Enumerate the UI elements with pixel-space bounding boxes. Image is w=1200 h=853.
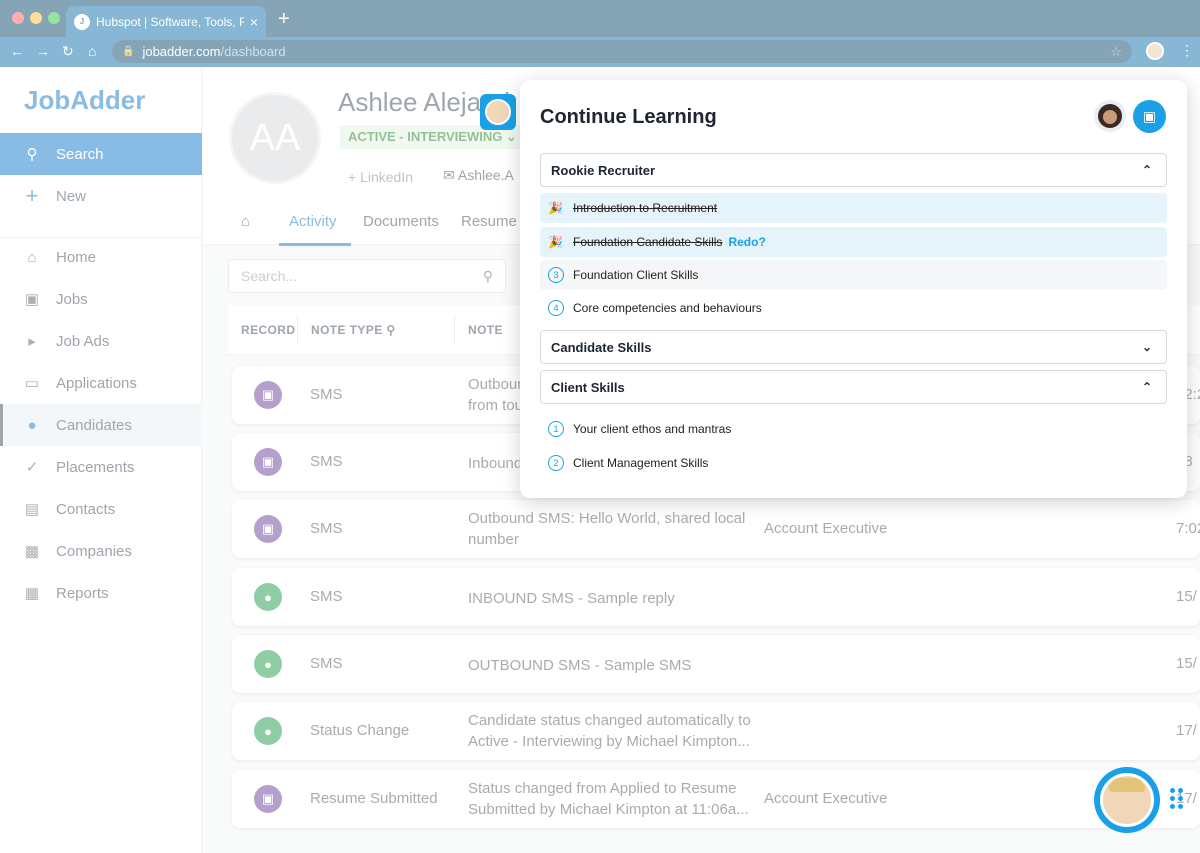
chevron-up-icon: ⌃ [1141,163,1152,177]
lesson-label: Foundation Client Skills [573,268,699,282]
lesson-number-badge: 4 [548,300,564,316]
assistant-avatar[interactable] [480,94,516,130]
assistant-face-icon [485,99,511,125]
lesson-label: Your client ethos and mantras [573,422,732,436]
accordion-candidate-skills[interactable]: Candidate Skills ⌄ [540,330,1167,364]
assistant-launcher[interactable] [1094,767,1160,833]
lesson-number-badge: 1 [548,421,564,437]
lesson-item[interactable]: 3 Foundation Client Skills [540,260,1167,290]
lesson-label: Client Management Skills [573,456,709,470]
assistant-face-icon [1100,773,1154,827]
user-face-icon [1098,104,1122,128]
lesson-number-badge: 3 [548,267,564,283]
chat-button[interactable]: ▣ [1133,100,1166,133]
drag-handle-icon[interactable] [1170,788,1184,810]
lesson-item[interactable]: 1 Your client ethos and mantras [540,414,1167,444]
lesson-item[interactable]: 🎉 Introduction to Recruitment [540,193,1167,223]
redo-link[interactable]: Redo? [728,235,765,249]
party-popper-icon: 🎉 [548,235,563,249]
chevron-down-icon: ⌄ [1141,340,1152,354]
lesson-number-badge: 2 [548,455,564,471]
hair-shape [1109,778,1145,792]
lesson-label: Core competencies and behaviours [573,301,762,315]
accordion-rookie-recruiter[interactable]: Rookie Recruiter ⌃ [540,153,1167,187]
party-popper-icon: 🎉 [548,201,563,215]
accordion-client-skills[interactable]: Client Skills ⌃ [540,370,1167,404]
user-avatar[interactable] [1094,100,1126,132]
lesson-label: Foundation Candidate Skills [573,235,723,249]
chevron-up-icon: ⌃ [1141,380,1152,394]
lesson-label: Introduction to Recruitment [573,201,718,215]
lesson-item[interactable]: 2 Client Management Skills [540,448,1167,478]
accordion-title: Rookie Recruiter [551,162,656,178]
lesson-item[interactable]: 🎉 Foundation Candidate Skills Redo? [540,227,1167,257]
accordion-title: Candidate Skills [551,339,652,355]
lesson-item[interactable]: 4 Core competencies and behaviours [540,293,1167,323]
chat-bubble-icon: ▣ [1142,108,1157,124]
accordion-title: Client Skills [551,379,625,395]
continue-learning-panel: Continue Learning ▣ Rookie Recruiter ⌃ 🎉… [520,80,1187,498]
panel-title: Continue Learning [540,106,717,128]
